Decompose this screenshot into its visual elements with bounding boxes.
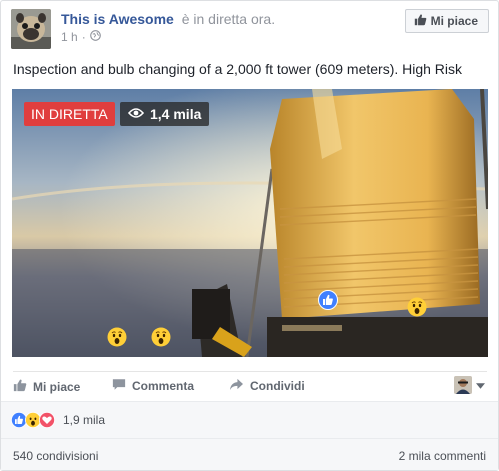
comment-action-label: Commenta	[132, 379, 195, 393]
comment-action-button[interactable]: Commenta	[112, 378, 194, 394]
floating-wow-reaction-icon	[107, 327, 127, 347]
like-page-button[interactable]: Mi piace	[404, 9, 489, 33]
post-timestamp[interactable]: 1 h	[61, 30, 78, 44]
post-text: Inspection and bulb changing of a 2,000 …	[13, 61, 463, 77]
reactions-summary[interactable]: 1,9 mila	[1, 401, 498, 439]
user-avatar	[454, 376, 472, 394]
like-action-button[interactable]: Mi piace	[13, 378, 80, 395]
post-footer: 540 condivisioni 2 mila commenti	[1, 439, 498, 470]
reaction-icons	[11, 412, 55, 428]
header-title-line: This is Awesome è in diretta ora.	[61, 11, 275, 27]
viewer-count-badge: 1,4 mila	[120, 102, 210, 126]
eye-icon	[127, 106, 145, 122]
share-action-label: Condividi	[250, 379, 305, 393]
page-avatar[interactable]	[11, 9, 51, 49]
floating-wow-reaction-icon	[151, 327, 171, 347]
share-arrow-icon	[229, 378, 244, 394]
floating-like-reaction-icon	[318, 290, 338, 310]
live-video-player[interactable]: IN DIRETTA 1,4 mila	[12, 89, 488, 357]
shares-count-link[interactable]: 540 condivisioni	[13, 449, 98, 463]
floating-wow-reaction-icon	[407, 297, 427, 317]
post-action-bar: Mi piace Commenta Condividi	[13, 371, 487, 399]
post-as-selector[interactable]	[454, 376, 485, 394]
love-reaction-icon	[39, 412, 55, 428]
like-action-label: Mi piace	[33, 379, 81, 394]
reaction-count[interactable]: 1,9 mila	[63, 413, 105, 427]
share-action-button[interactable]: Condividi	[229, 378, 305, 394]
post-card: This is Awesome è in diretta ora. 1 h · …	[0, 0, 499, 471]
like-page-label: Mi piace	[430, 14, 478, 28]
live-status-text: è in diretta ora.	[181, 11, 276, 27]
comment-bubble-icon	[112, 378, 126, 394]
chevron-down-icon	[476, 378, 485, 392]
live-badge: IN DIRETTA	[24, 102, 115, 126]
meta-separator: ·	[81, 30, 86, 44]
viewer-count: 1,4 mila	[150, 106, 202, 122]
thumbs-up-icon	[13, 378, 27, 395]
post-meta: 1 h ·	[61, 30, 101, 44]
comments-count-link[interactable]: 2 mila commenti	[399, 449, 486, 463]
thumbs-up-icon	[414, 13, 427, 29]
page-name-link[interactable]: This is Awesome	[61, 11, 174, 27]
globe-icon[interactable]	[89, 30, 101, 44]
post-header: This is Awesome è in diretta ora. 1 h · …	[11, 9, 489, 49]
